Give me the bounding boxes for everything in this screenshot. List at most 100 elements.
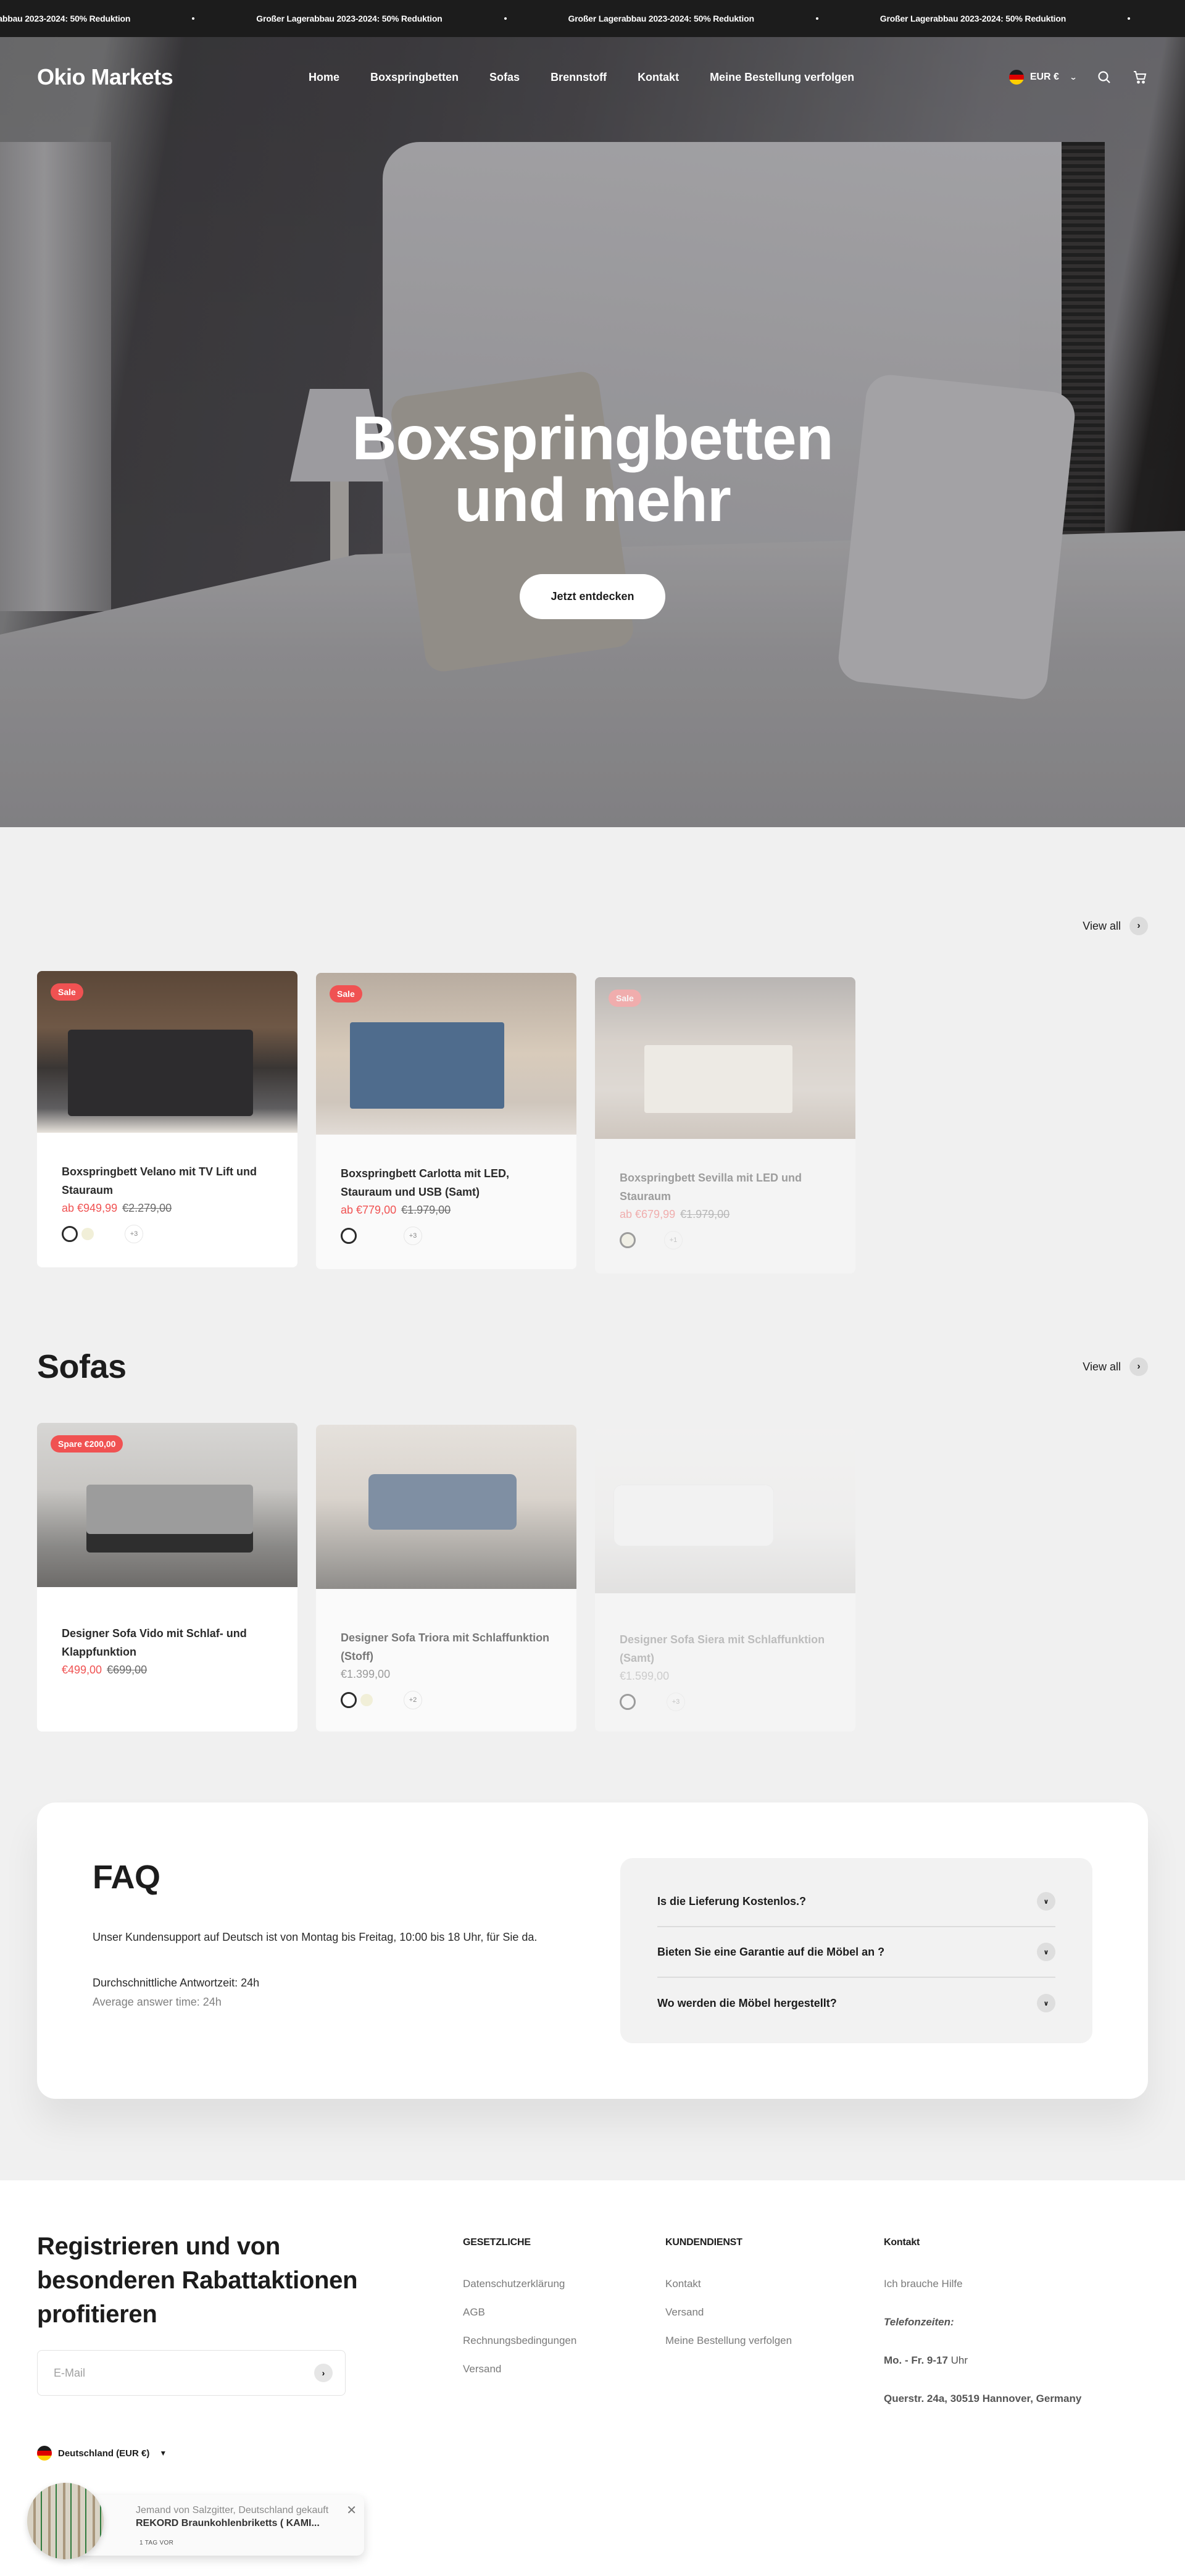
close-icon[interactable]: ✕ <box>346 2503 357 2518</box>
announcement-bar: Großer Lagerabbau 2023-2024: 50% Redukti… <box>0 0 1185 37</box>
swatch-cream[interactable] <box>81 1228 94 1240</box>
footer-link-agb[interactable]: AGB <box>463 2306 485 2318</box>
swatch-black[interactable] <box>341 1692 357 1708</box>
section-header: View all › <box>37 914 1148 938</box>
faq-intro: FAQ Unser Kundensupport auf Deutsch ist … <box>93 1858 562 2043</box>
product-title[interactable]: Boxspringbett Carlotta mit LED, Stauraum… <box>341 1164 552 1201</box>
nav-sofas[interactable]: Sofas <box>489 71 520 84</box>
price-row: €499,00 €699,00 <box>62 1664 273 1677</box>
product-title[interactable]: Boxspringbett Velano mit TV Lift und Sta… <box>62 1162 273 1199</box>
sofa-shape <box>86 1485 253 1553</box>
sale-badge: Sale <box>330 985 362 1002</box>
sofa-shape <box>368 1474 517 1530</box>
recent-purchase-toast: Jemand von Salzgitter, Deutschland gekau… <box>27 2483 364 2559</box>
product-image[interactable]: Sale <box>316 973 576 1135</box>
product-info: Designer Sofa Siera mit Schlaffunktion (… <box>595 1593 855 1732</box>
view-all-link[interactable]: View all › <box>1083 1357 1148 1376</box>
faq-question[interactable]: Bieten Sie eine Garantie auf die Möbel a… <box>657 1927 1055 1978</box>
section-title: Sofas <box>37 1348 127 1385</box>
site-header: Okio Markets Home Boxspringbetten Sofas … <box>0 37 1185 117</box>
toast-product[interactable]: REKORD Braunkohlenbriketts ( KAMI... <box>136 2518 320 2529</box>
sale-price: ab €779,00 <box>341 1204 397 1216</box>
faq-section: FAQ Unser Kundensupport auf Deutsch ist … <box>0 1803 1185 2099</box>
view-all-link[interactable]: View all › <box>1083 917 1148 935</box>
product-card[interactable]: Sale Boxspringbett Velano mit TV Lift un… <box>37 971 297 1267</box>
footer-link-shipping[interactable]: Versand <box>665 2306 704 2318</box>
hero-content: Boxspringbetten und mehr Jetzt entdecken <box>0 407 1185 619</box>
swatch-black[interactable] <box>341 1228 357 1244</box>
more-swatches[interactable]: +3 <box>404 1227 422 1245</box>
product-grid: Sale Boxspringbett Velano mit TV Lift un… <box>37 971 1148 1273</box>
more-swatches[interactable]: +1 <box>664 1231 683 1249</box>
swatch-black[interactable] <box>620 1694 636 1710</box>
price-row: €1.599,00 <box>620 1670 831 1683</box>
footer-link-track-order[interactable]: Meine Bestellung verfolgen <box>665 2335 792 2346</box>
country-selector[interactable]: Deutschland (EUR €) ▼ <box>37 2446 167 2461</box>
sale-badge: Sale <box>609 990 641 1007</box>
swatch-cream[interactable] <box>620 1232 636 1248</box>
hero-banner: Boxspringbetten und mehr Jetzt entdecken <box>0 37 1185 827</box>
product-card[interactable]: Sale Boxspringbett Carlotta mit LED, Sta… <box>316 973 576 1269</box>
faq-question[interactable]: Wo werden die Möbel hergestellt? ∨ <box>657 1978 1055 2028</box>
chevron-down-icon: ▼ <box>159 2449 167 2457</box>
faq-question-text: Is die Lieferung Kostenlos.? <box>657 1894 807 1907</box>
email-input[interactable] <box>54 2366 314 2380</box>
compare-price: €2.279,00 <box>122 1202 172 1214</box>
price-row: ab €779,00 €1.979,00 <box>341 1204 552 1217</box>
compare-price: €1.979,00 <box>680 1208 730 1220</box>
product-image[interactable]: Spare €200,00 <box>37 1423 297 1587</box>
toast-card[interactable]: Jemand von Salzgitter, Deutschland gekau… <box>77 2495 364 2556</box>
search-icon[interactable] <box>1096 69 1112 85</box>
nav-kontakt[interactable]: Kontakt <box>638 71 679 84</box>
product-card[interactable]: Designer Sofa Triora mit Schlaffunktion … <box>316 1425 576 1732</box>
footer-column-title: KUNDENDIENST <box>665 2237 742 2248</box>
country-label: Deutschland (EUR €) <box>58 2448 150 2459</box>
footer-link-billing-terms[interactable]: Rechnungsbedingungen <box>463 2335 576 2346</box>
product-info: Boxspringbett Velano mit TV Lift und Sta… <box>37 1133 297 1267</box>
nav-boxspringbetten[interactable]: Boxspringbetten <box>370 71 459 84</box>
product-image[interactable]: Sale <box>37 971 297 1133</box>
newsletter-title: Registrieren und von besonderen Rabattak… <box>37 2233 358 2328</box>
footer-link-shipping[interactable]: Versand <box>463 2363 501 2375</box>
price: €1.599,00 <box>620 1670 670 1682</box>
swatch-black[interactable] <box>62 1226 78 1242</box>
product-card[interactable]: Designer Sofa Siera mit Schlaffunktion (… <box>595 1429 855 1732</box>
product-title[interactable]: Designer Sofa Triora mit Schlaffunktion … <box>341 1628 552 1665</box>
faq-card: FAQ Unser Kundensupport auf Deutsch ist … <box>37 1803 1148 2099</box>
product-image[interactable]: Sale <box>595 977 855 1139</box>
product-card[interactable]: Sale Boxspringbett Sevilla mit LED und S… <box>595 977 855 1273</box>
discover-button[interactable]: Jetzt entdecken <box>520 574 665 619</box>
faq-question[interactable]: Is die Lieferung Kostenlos.? ∨ <box>657 1877 1055 1927</box>
product-card[interactable]: Spare €200,00 Designer Sofa Vido mit Sch… <box>37 1423 297 1732</box>
germany-flag-icon <box>37 2446 52 2461</box>
nav-brennstoff[interactable]: Brennstoff <box>551 71 607 84</box>
product-title[interactable]: Boxspringbett Sevilla mit LED und Staura… <box>620 1169 831 1206</box>
product-thumbnail[interactable] <box>27 2483 104 2559</box>
response-time-de: Durchschnittliche Antwortzeit: 24h <box>93 1977 260 1989</box>
faq-question-text: Wo werden die Möbel hergestellt? <box>657 1996 837 2009</box>
more-swatches[interactable]: +3 <box>667 1693 685 1711</box>
price-row: ab €679,99 €1.979,00 <box>620 1208 831 1221</box>
nav-home[interactable]: Home <box>309 71 339 84</box>
product-image[interactable] <box>595 1429 855 1593</box>
nav-track-order[interactable]: Meine Bestellung verfolgen <box>710 71 854 84</box>
product-image[interactable] <box>316 1425 576 1589</box>
chevron-down-icon: ∨ <box>1037 1943 1055 1961</box>
faq-accordion: Is die Lieferung Kostenlos.? ∨ Bieten Si… <box>620 1858 1092 2043</box>
view-all-label: View all <box>1083 1360 1121 1373</box>
announcement-text: Großer Lagerabbau 2023-2024: 50% Redukti… <box>879 14 1066 23</box>
footer-link-contact[interactable]: Kontakt <box>665 2278 701 2290</box>
more-swatches[interactable]: +2 <box>404 1691 422 1709</box>
product-title[interactable]: Designer Sofa Siera mit Schlaffunktion (… <box>620 1630 831 1667</box>
footer-legal-column: GESETZLICHE Datenschutzerklärung AGB Rec… <box>463 2237 576 2391</box>
compare-price: €1.979,00 <box>401 1204 451 1216</box>
cart-icon[interactable] <box>1132 69 1148 85</box>
logo[interactable]: Okio Markets <box>37 64 309 90</box>
product-title[interactable]: Designer Sofa Vido mit Schlaf- und Klapp… <box>62 1624 273 1661</box>
subscribe-button[interactable]: › <box>314 2364 333 2382</box>
footer-column-title: Kontakt <box>884 2237 920 2248</box>
swatch-cream[interactable] <box>360 1694 373 1706</box>
footer-link-privacy[interactable]: Datenschutzerklärung <box>463 2278 565 2290</box>
more-swatches[interactable]: +3 <box>125 1225 143 1243</box>
currency-selector[interactable]: EUR € ⌄ <box>1008 70 1078 85</box>
